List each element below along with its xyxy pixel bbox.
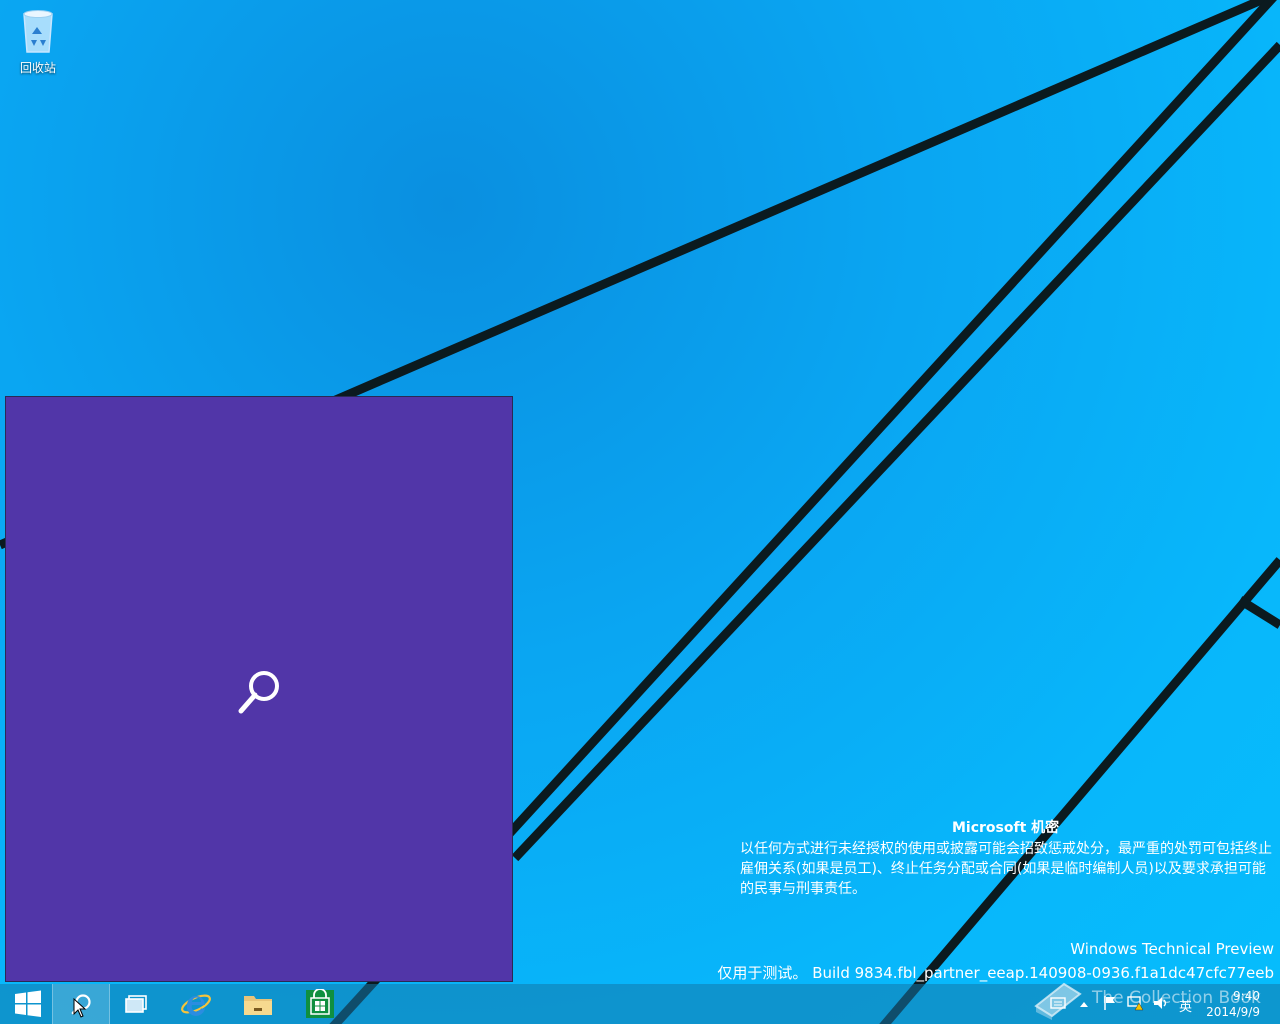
watermark-body: 以任何方式进行未经授权的使用或披露可能会招致惩戒处分，最严重的处罚可包括终止雇佣… <box>740 841 1272 897</box>
taskbar-search-button[interactable] <box>52 984 110 1024</box>
start-button[interactable] <box>0 984 56 1024</box>
mouse-cursor-icon <box>73 998 87 1018</box>
internet-explorer-icon <box>181 994 211 1016</box>
watermark-build: 仅用于测试。 Build 9834.fbl_partner_eeap.14090… <box>717 964 1274 982</box>
folder-icon <box>244 996 272 1015</box>
taskbar: 英 9:40 2014/9/9 <box>0 984 1280 1024</box>
store-icon <box>306 989 334 1018</box>
search-flyout[interactable] <box>5 396 513 982</box>
store-button[interactable] <box>292 984 348 1024</box>
watermark-edition: Windows Technical Preview <box>1070 940 1274 958</box>
windows-logo-icon <box>15 990 41 1017</box>
task-view-icon <box>125 995 147 1013</box>
book-logo-icon <box>1034 982 1082 1020</box>
task-view-button[interactable] <box>108 984 164 1024</box>
recycle-bin[interactable]: 回收站 <box>10 6 66 76</box>
search-icon <box>238 671 279 714</box>
overlay-brand-text: The Collection Book <box>1092 988 1261 1008</box>
internet-explorer-button[interactable] <box>168 984 224 1024</box>
watermark-title: Microsoft 机密 <box>952 820 1060 836</box>
recycle-bin-label: 回收站 <box>19 61 56 75</box>
recycle-bin-icon <box>23 10 53 53</box>
file-explorer-button[interactable] <box>230 984 286 1024</box>
